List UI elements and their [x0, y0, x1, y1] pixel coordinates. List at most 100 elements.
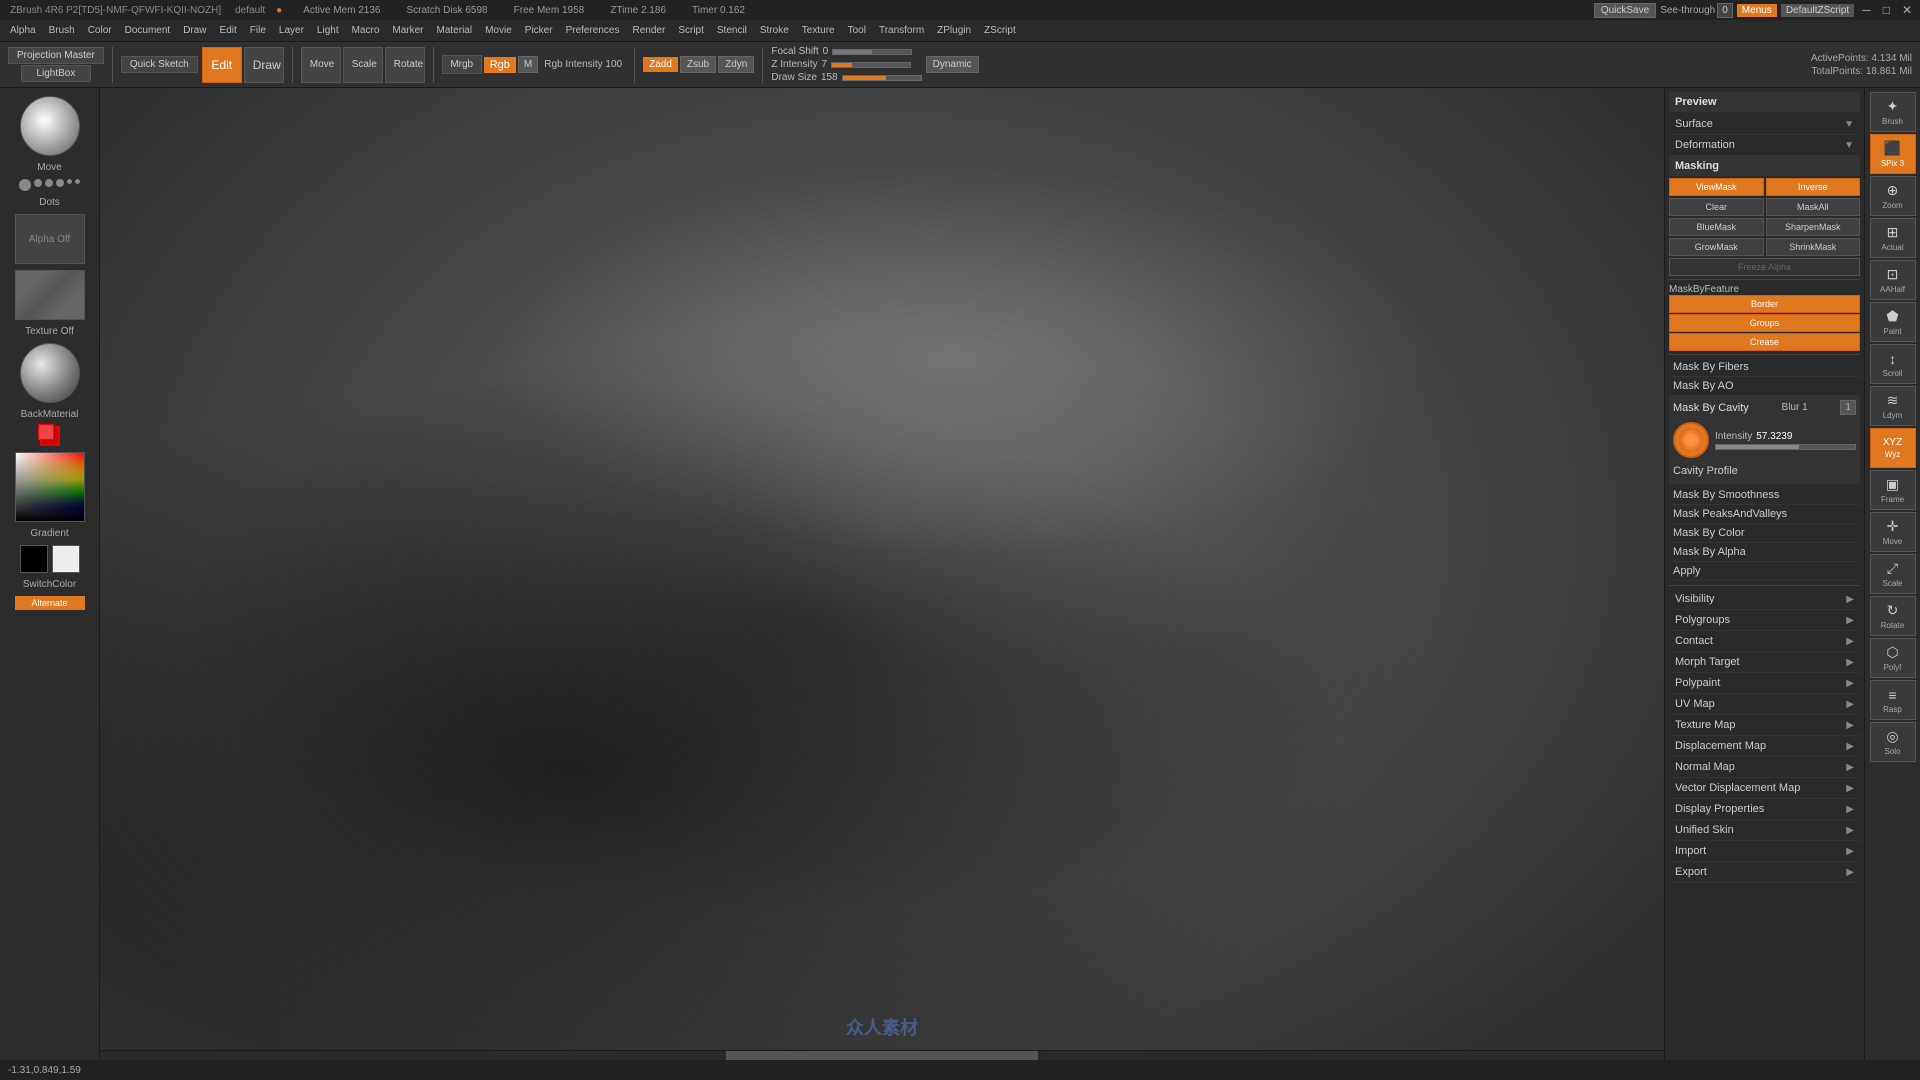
shrinkmask-button[interactable]: ShrinkMask	[1766, 238, 1861, 256]
gradient-white-swatch[interactable]	[52, 545, 80, 573]
rotate-button[interactable]: Rotate	[385, 47, 425, 83]
dynamic-button[interactable]: Dynamic	[926, 56, 979, 73]
menu-stencil[interactable]: Stencil	[711, 23, 753, 38]
scale-button[interactable]: Scale	[343, 47, 383, 83]
menu-macro[interactable]: Macro	[346, 23, 386, 38]
import-item[interactable]: Import ▶	[1669, 841, 1860, 862]
menu-script[interactable]: Script	[672, 23, 710, 38]
menu-render[interactable]: Render	[627, 23, 672, 38]
cavity-icon-button[interactable]	[1673, 422, 1709, 458]
masking-header[interactable]: Masking	[1669, 156, 1860, 176]
displacement-map-item[interactable]: Displacement Map ▶	[1669, 736, 1860, 757]
scrollbar-thumb[interactable]	[726, 1051, 1039, 1060]
polypaint-item[interactable]: Polypaint ▶	[1669, 673, 1860, 694]
menu-brush[interactable]: Brush	[43, 23, 81, 38]
mask-by-smoothness-item[interactable]: Mask By Smoothness	[1669, 486, 1860, 505]
quick-sketch-button[interactable]: Quick Sketch	[121, 56, 198, 73]
bluemask-button[interactable]: BlueMask	[1669, 218, 1764, 236]
vector-displacement-map-item[interactable]: Vector Displacement Map ▶	[1669, 778, 1860, 799]
quicksave-button[interactable]: QuickSave	[1594, 3, 1656, 18]
rotate-icon-btn[interactable]: ↻ Rotate	[1870, 596, 1916, 636]
draw-size-slider[interactable]	[842, 75, 922, 81]
scale-icon-btn[interactable]: ⤢ Scale	[1870, 554, 1916, 594]
menu-texture[interactable]: Texture	[796, 23, 841, 38]
polygroups-item[interactable]: Polygroups ▶	[1669, 610, 1860, 631]
zoom-icon-btn[interactable]: ⊕ Zoom	[1870, 176, 1916, 216]
menu-zscript[interactable]: ZScript	[978, 23, 1022, 38]
maskall-button[interactable]: MaskAll	[1766, 198, 1861, 216]
aahalf-icon-btn[interactable]: ⊡ AAHalf	[1870, 260, 1916, 300]
solo-icon-btn[interactable]: ◎ Solo	[1870, 722, 1916, 762]
spix-icon-btn[interactable]: ⬛ SPix 3	[1870, 134, 1916, 174]
menus-button[interactable]: Menus	[1737, 4, 1777, 17]
clear-button[interactable]: Clear	[1669, 198, 1764, 216]
menu-file[interactable]: File	[244, 23, 272, 38]
cavity-profile-item[interactable]: Cavity Profile	[1673, 462, 1856, 480]
visibility-item[interactable]: Visibility ▶	[1669, 589, 1860, 610]
paint-icon-btn[interactable]: ⬟ Paint	[1870, 302, 1916, 342]
horizontal-scrollbar[interactable]	[100, 1050, 1664, 1060]
sharpenmask-button[interactable]: SharpenMask	[1766, 218, 1861, 236]
menu-picker[interactable]: Picker	[519, 23, 559, 38]
menu-stroke[interactable]: Stroke	[754, 23, 795, 38]
inverse-button[interactable]: Inverse	[1766, 178, 1861, 196]
m-button[interactable]: M	[518, 56, 538, 73]
morph-target-item[interactable]: Morph Target ▶	[1669, 652, 1860, 673]
rgb-button[interactable]: Rgb	[484, 57, 516, 73]
lightbox-button[interactable]: LightBox	[21, 65, 91, 82]
menu-color[interactable]: Color	[82, 23, 118, 38]
scroll-icon-btn[interactable]: ↕ Scroll	[1870, 344, 1916, 384]
menu-light[interactable]: Light	[311, 23, 345, 38]
groups-button[interactable]: Groups	[1669, 314, 1860, 332]
mask-by-fibers-item[interactable]: Mask By Fibers	[1669, 358, 1860, 377]
stroke-pattern[interactable]	[15, 179, 85, 191]
mask-by-color-item[interactable]: Mask By Color	[1669, 524, 1860, 543]
alpha-preview[interactable]: Alpha Off	[15, 214, 85, 264]
color-picker[interactable]	[15, 452, 85, 522]
crease-button[interactable]: Crease	[1669, 333, 1860, 351]
growmask-button[interactable]: GrowMask	[1669, 238, 1764, 256]
export-item[interactable]: Export ▶	[1669, 862, 1860, 883]
ldym-icon-btn[interactable]: ≋ Ldym	[1870, 386, 1916, 426]
rasp-icon-btn[interactable]: ≡ Rasp	[1870, 680, 1916, 720]
menu-movie[interactable]: Movie	[479, 23, 518, 38]
menu-preferences[interactable]: Preferences	[560, 23, 626, 38]
move-button[interactable]: Move	[301, 47, 341, 83]
menu-alpha[interactable]: Alpha	[4, 23, 42, 38]
wyz-icon-btn[interactable]: XYZ Wyz	[1870, 428, 1916, 468]
brush-icon-btn[interactable]: ✦ Brush	[1870, 92, 1916, 132]
menu-material[interactable]: Material	[431, 23, 479, 38]
menu-layer[interactable]: Layer	[273, 23, 310, 38]
menu-transform[interactable]: Transform	[873, 23, 930, 38]
zdyn-button[interactable]: Zdyn	[718, 56, 754, 73]
mask-peaks-valleys-item[interactable]: Mask PeaksAndValleys	[1669, 505, 1860, 524]
defaultzscript-button[interactable]: DefaultZScript	[1781, 4, 1854, 17]
blur-value[interactable]: 1	[1840, 400, 1856, 415]
menu-zplugin[interactable]: ZPlugin	[931, 23, 977, 38]
focal-shift-slider[interactable]	[832, 49, 912, 55]
close-button[interactable]: ✕	[1898, 3, 1916, 17]
move-icon-btn[interactable]: ✛ Move	[1870, 512, 1916, 552]
menu-draw[interactable]: Draw	[177, 23, 212, 38]
texture-map-item[interactable]: Texture Map ▶	[1669, 715, 1860, 736]
menu-marker[interactable]: Marker	[386, 23, 429, 38]
projection-master-button[interactable]: Projection Master	[8, 47, 104, 64]
zadd-button[interactable]: Zadd	[643, 57, 678, 72]
draw-button[interactable]: Draw	[244, 47, 284, 83]
gradient-black-swatch[interactable]	[20, 545, 48, 573]
contact-item[interactable]: Contact ▶	[1669, 631, 1860, 652]
texture-preview[interactable]	[15, 270, 85, 320]
frame-icon-btn[interactable]: ▣ Frame	[1870, 470, 1916, 510]
alternate-button[interactable]: Alternate	[15, 596, 85, 610]
menu-document[interactable]: Document	[119, 23, 177, 38]
actual-icon-btn[interactable]: ⊞ Actual	[1870, 218, 1916, 258]
zsub-button[interactable]: Zsub	[680, 56, 716, 73]
brush-preview[interactable]	[20, 96, 80, 156]
display-properties-item[interactable]: Display Properties ▶	[1669, 799, 1860, 820]
unified-skin-item[interactable]: Unified Skin ▶	[1669, 820, 1860, 841]
mrgb-button[interactable]: Mrgb	[442, 55, 482, 74]
see-through-value[interactable]: 0	[1717, 3, 1733, 18]
intensity-slider[interactable]	[1715, 444, 1856, 450]
polyf-icon-btn[interactable]: ⬡ Polyf	[1870, 638, 1916, 678]
apply-item[interactable]: Apply	[1669, 562, 1860, 581]
